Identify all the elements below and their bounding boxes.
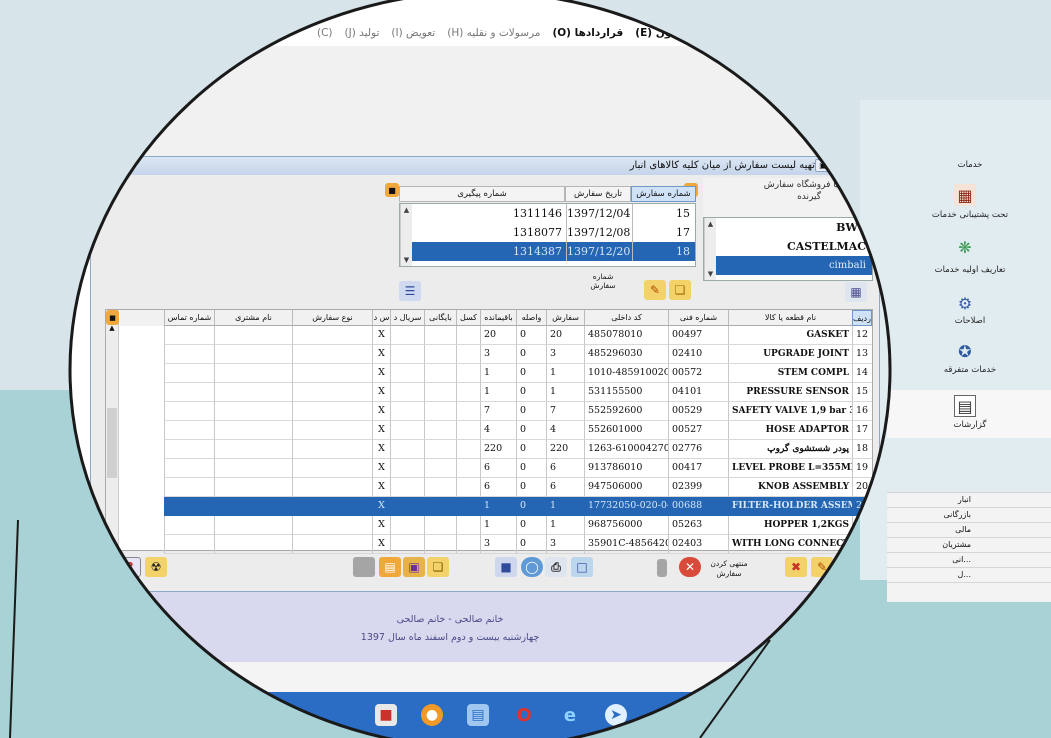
magnifier-lens-outline: [9, 0, 892, 738]
